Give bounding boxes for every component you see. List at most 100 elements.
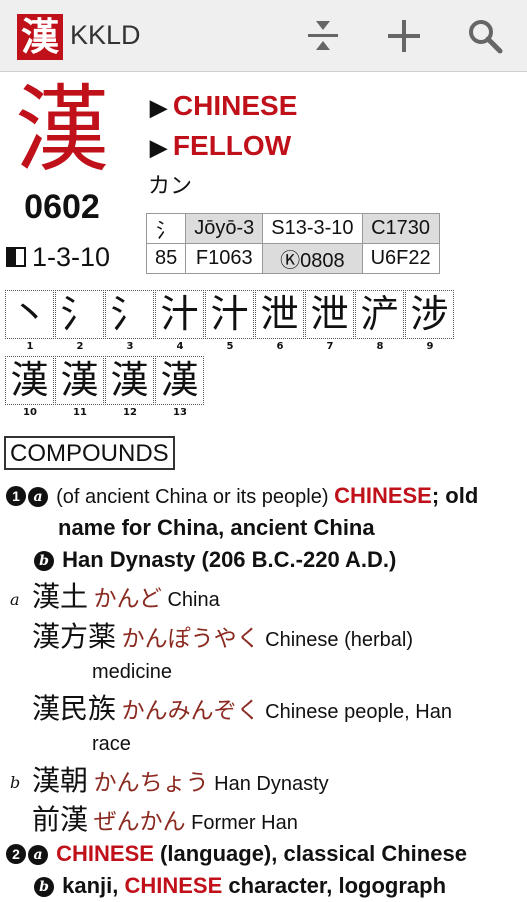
compound-word: 漢朝 <box>32 764 89 797</box>
compound-entry[interactable]: 漢方薬 かんぽうやく Chinese (herbal) <box>32 620 413 657</box>
skip-code-row: 1-3-10 <box>6 240 110 274</box>
stroke-number: 11 <box>73 407 87 418</box>
compound-gloss: Chinese people, Han <box>265 701 452 723</box>
stroke-number: 5 <box>226 341 234 352</box>
stroke-step: 漢 12 <box>105 356 155 418</box>
compound-gloss-continued: race <box>92 733 131 755</box>
stroke-number: 12 <box>123 407 137 418</box>
skip-code: 1-3-10 <box>32 241 111 272</box>
arrow-right-icon: ▶ <box>150 95 167 120</box>
stroke-glyph: 氵 <box>105 290 154 339</box>
sense-2a-post: (language), classical Chinese <box>153 841 467 866</box>
stroke-glyph: 汁 <box>205 290 254 339</box>
stroke-number: 9 <box>426 341 434 352</box>
action-bar: 漢 KKLD <box>0 0 527 72</box>
f-code-cell: F1063 <box>185 243 264 274</box>
sense-2a: 2a CHINESE (language), classical Chinese <box>6 838 467 870</box>
collapse-icon <box>308 21 338 50</box>
stroke-step: 泄7 <box>305 290 355 352</box>
skip-classification-cell: S13-3-10 <box>262 213 363 244</box>
meaning-2[interactable]: ▶ FELLOW <box>150 130 291 162</box>
meaning-1-label: CHINESE <box>172 90 298 121</box>
sense-letter-badge: a <box>28 845 48 865</box>
stroke-step: 氵2 <box>55 290 105 352</box>
sense-1a-line2: name for China, ancient China <box>58 515 375 540</box>
stroke-glyph: 泄 <box>305 290 354 339</box>
stroke-glyph: 汁 <box>155 290 204 339</box>
compound-gloss: China <box>167 589 220 611</box>
compound-word: 漢方薬 <box>32 620 117 653</box>
compound-gloss-continued: medicine <box>92 661 173 683</box>
search-button[interactable] <box>460 12 510 60</box>
stroke-number: 8 <box>376 341 384 352</box>
stroke-number: 13 <box>173 407 187 418</box>
stroke-step: 汁4 <box>155 290 205 352</box>
compounds-button[interactable]: COMPOUNDS <box>4 436 175 470</box>
compound-entry[interactable]: 漢土 かんど China <box>32 580 220 617</box>
collapse-button[interactable] <box>298 12 348 60</box>
stroke-step: 漢 11 <box>55 356 105 418</box>
compound-entry[interactable]: 漢民族 かんみんぞく Chinese people, Han <box>32 692 452 729</box>
compound-entry[interactable]: 漢朝 かんちょう Han Dynasty <box>32 764 329 801</box>
sense-2b-keyword[interactable]: CHINESE <box>124 873 222 898</box>
compound-entry[interactable]: 前漢 ぜんかん Former Han <box>32 803 298 840</box>
meaning-1[interactable]: ▶ CHINESE <box>150 90 297 122</box>
sense-number-badge: 2 <box>6 844 26 864</box>
compound-reading: かんぽうやく <box>121 625 260 651</box>
sense-2a-keyword[interactable]: CHINESE <box>56 841 154 866</box>
stroke-step: 漢 10 <box>5 356 55 418</box>
stroke-number: 2 <box>76 341 84 352</box>
kanji-number: 0602 <box>24 188 100 226</box>
sense-1a-post: ; old <box>431 483 479 508</box>
compound-gloss: Chinese (herbal) <box>265 629 413 651</box>
stroke-step: 丶1 <box>5 290 55 352</box>
stroke-glyph: 漢 <box>55 356 104 405</box>
stroke-number: 1 <box>26 341 34 352</box>
k-code-cell: Ⓚ0808 <box>262 243 363 274</box>
sense-1a-keyword[interactable]: CHINESE <box>334 483 432 508</box>
compound-word: 漢土 <box>32 580 89 613</box>
stroke-step: 浐8 <box>355 290 405 352</box>
stroke-number: 3 <box>126 341 134 352</box>
sense-1b-text: Han Dynasty (206 B.C.-220 A.D.) <box>62 547 397 572</box>
compound-gloss: Former Han <box>191 812 298 834</box>
sense-2b-post: character, logograph <box>222 873 447 898</box>
arrow-right-icon: ▶ <box>150 135 167 160</box>
stroke-glyph: 浐 <box>355 290 404 339</box>
stroke-glyph: 漢 <box>155 356 204 405</box>
stroke-glyph: 漢 <box>105 356 154 405</box>
stroke-number: 6 <box>276 341 284 352</box>
stroke-step: 涉9 <box>405 290 455 352</box>
skip-pattern-icon <box>6 247 26 267</box>
compound-reading: ぜんかん <box>93 808 186 834</box>
stroke-glyph: 丶 <box>5 290 54 339</box>
sense-1a-pre: (of ancient China or its people) <box>56 486 335 508</box>
sense-letter-badge: b <box>34 877 54 897</box>
plus-icon <box>388 20 420 52</box>
kanji-character: 漢 <box>14 76 109 185</box>
add-button[interactable] <box>379 12 429 60</box>
compound-word: 前漢 <box>32 803 89 836</box>
stroke-number: 7 <box>326 341 334 352</box>
sense-number-badge: 1 <box>6 486 26 506</box>
stroke-step: 泄6 <box>255 290 305 352</box>
compound-reading: かんど <box>93 585 162 611</box>
app-logo-icon[interactable]: 漢 <box>17 14 63 60</box>
compound-group-tag: a <box>10 590 20 609</box>
radical-cell: 氵 <box>145 213 187 244</box>
sense-2b-pre: kanji, <box>62 873 125 898</box>
sense-2b: b kanji, CHINESE character, logograph <box>34 870 446 902</box>
stroke-step: 氵3 <box>105 290 155 352</box>
sense-letter-badge: b <box>34 551 54 571</box>
grade-cell: Jōyō-3 <box>185 213 264 244</box>
sense-1b: b Han Dynasty (206 B.C.-220 A.D.) <box>34 544 396 576</box>
unicode-cell: U6F22 <box>361 243 440 274</box>
meaning-2-label: FELLOW <box>172 130 292 161</box>
compound-gloss: Han Dynasty <box>214 773 329 795</box>
sense-letter-badge: a <box>28 487 48 507</box>
compound-reading: かんちょう <box>93 769 209 795</box>
stroke-glyph: 泄 <box>255 290 304 339</box>
stroke-order-row-1: 丶1 氵2 氵3 汁4 汁5 泄6 泄7 浐8 涉9 <box>5 290 455 352</box>
stroke-glyph: 涉 <box>405 290 454 339</box>
stroke-order-row-2: 漢 10 漢 11 漢 12 漢 13 <box>5 356 205 418</box>
